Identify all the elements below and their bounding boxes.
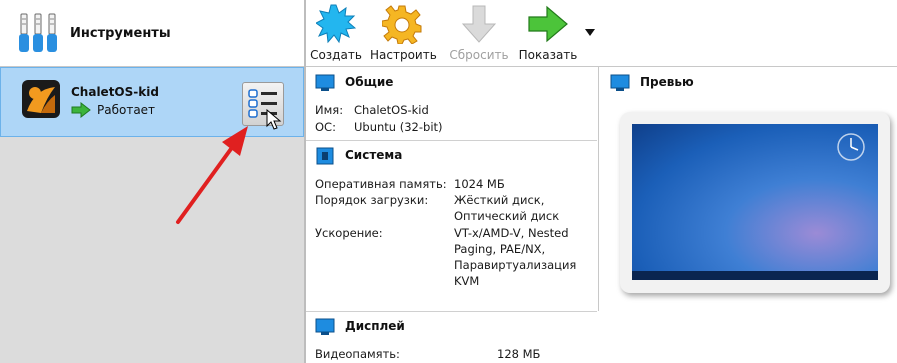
vm-name: ChaletOS-kid [71,85,159,99]
acceleration-value-1: VT-x/AMD-V, Nested [454,226,569,240]
preview-title: Превью [640,75,694,89]
clock-widget-icon [837,133,865,161]
os-icon [22,80,60,118]
discard-label: Сбросить [449,48,509,62]
settings-button[interactable]: Настроить [370,2,437,66]
name-value: ChaletOS-kid [354,103,429,117]
monitor-icon [315,318,335,335]
tools-icon [19,13,57,52]
monitor-icon [315,74,335,91]
create-label: Создать [310,48,362,62]
preview-pane: Превью [598,67,897,311]
general-section-header[interactable]: Общие [315,72,585,96]
boot-order-label: Порядок загрузки: [315,193,429,207]
cursor-icon [266,109,282,130]
preview-section-header[interactable]: Превью [610,72,880,96]
os-value: Ubuntu (32-bit) [354,120,443,134]
acceleration-value-3: Паравиртуализация [454,258,577,272]
discard-icon [461,5,497,43]
monitor-icon [610,74,630,91]
settings-label: Настроить [370,48,437,62]
acceleration-value-4: KVM [454,274,480,288]
vm-preview-screen [620,112,890,293]
create-icon [316,4,356,44]
show-label: Показать [518,48,578,62]
display-title: Дисплей [345,319,405,333]
chip-icon [316,147,334,165]
general-title: Общие [345,75,394,89]
vm-state: Работает [97,103,156,117]
show-button[interactable]: Показать [518,2,578,66]
divider [306,140,597,141]
acceleration-label: Ускорение: [315,226,383,240]
boot-order-value-2: Оптический диск [454,209,560,223]
os-label: ОС: [315,120,336,134]
tools-item[interactable]: Инструменты [0,0,304,67]
divider [306,311,597,312]
annotation-arrow [176,126,248,224]
running-arrow-icon [71,102,91,118]
boot-order-value-1: Жёсткий диск, [454,193,545,207]
details-pane: Общие Имя: ChaletOS-kid ОС: Ubuntu (32-b… [306,67,597,363]
show-icon [528,5,568,43]
vm-desktop-thumbnail [632,124,878,280]
video-memory-value: 128 МБ [497,347,541,361]
machine-list-pane: Инструменты ChaletOS-kid Работает [0,0,304,363]
discard-button: Сбросить [448,2,510,66]
display-section-header[interactable]: Дисплей [315,316,585,340]
ram-label: Оперативная память: [315,177,447,191]
create-button[interactable]: Создать [310,2,362,66]
tools-label: Инструменты [70,26,171,41]
ram-value: 1024 МБ [454,177,505,191]
settings-icon [382,5,422,44]
main-toolbar: Создать Настроить Сбросить Показать [306,0,897,67]
video-memory-label: Видеопамять: [315,347,400,361]
name-label: Имя: [315,103,344,117]
acceleration-value-2: Paging, PAE/NX, [454,242,546,256]
vm-taskbar [632,271,878,280]
dropdown-arrow-icon[interactable] [585,29,595,37]
system-title: Система [345,148,403,162]
system-section-header[interactable]: Система [315,145,585,169]
